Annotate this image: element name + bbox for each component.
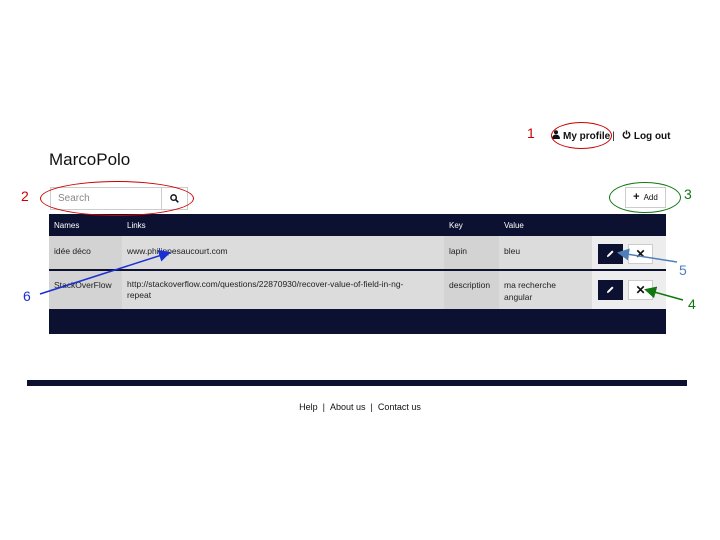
nav-separator: | bbox=[612, 130, 615, 142]
close-icon: ✕ bbox=[635, 283, 646, 297]
table-row: idée déco www.philippesaucourt.com lapin… bbox=[49, 236, 666, 269]
annotation-number-5: 5 bbox=[679, 262, 687, 278]
edit-button[interactable] bbox=[598, 280, 623, 300]
row-link-text-line2[interactable]: repeat bbox=[127, 290, 439, 301]
annotation-ellipse-search bbox=[40, 181, 194, 216]
row-link-text-line1[interactable]: http://stackoverflow.com/questions/22870… bbox=[127, 279, 439, 290]
row-links: http://stackoverflow.com/questions/22870… bbox=[122, 271, 444, 309]
annotation-ellipse-profile bbox=[551, 122, 612, 149]
footer-divider bbox=[27, 380, 687, 386]
annotation-number-1: 1 bbox=[527, 125, 535, 141]
annotation-number-2: 2 bbox=[21, 188, 29, 204]
contact-link[interactable]: Contact us bbox=[378, 402, 421, 412]
annotation-number-4: 4 bbox=[688, 296, 696, 312]
row-key: lapin bbox=[449, 246, 467, 256]
table-row: StackOverFlow http://stackoverflow.com/q… bbox=[49, 271, 666, 309]
close-icon: ✕ bbox=[635, 247, 646, 261]
table-header: Names Links Key Value bbox=[49, 214, 666, 236]
delete-button[interactable]: ✕ bbox=[628, 280, 653, 300]
annotation-number-6: 6 bbox=[23, 288, 31, 304]
data-table: Names Links Key Value idée déco www.phil… bbox=[49, 214, 666, 334]
row-key: description bbox=[449, 280, 491, 290]
about-link[interactable]: About us bbox=[330, 402, 366, 412]
row-name: idée déco bbox=[54, 246, 91, 256]
row-value-line2: angular bbox=[504, 292, 533, 302]
delete-button[interactable]: ✕ bbox=[628, 244, 653, 264]
row-value: ma recherche angular bbox=[499, 271, 592, 309]
row-actions: ✕ bbox=[592, 236, 666, 269]
pencil-icon bbox=[606, 285, 615, 296]
annotation-number-3: 3 bbox=[684, 186, 692, 202]
column-header-names: Names bbox=[54, 221, 80, 230]
column-header-links: Links bbox=[127, 221, 146, 230]
footer-separator: | bbox=[322, 402, 325, 412]
page-title: MarcoPolo bbox=[49, 150, 131, 169]
logout-label: Log out bbox=[633, 130, 671, 142]
row-value-line: bleu bbox=[504, 246, 521, 256]
help-link[interactable]: Help bbox=[299, 402, 318, 412]
annotation-ellipse-add bbox=[609, 182, 681, 213]
edit-button[interactable] bbox=[598, 244, 623, 264]
row-link-text[interactable]: www.philippesaucourt.com bbox=[127, 246, 439, 257]
column-header-key: Key bbox=[449, 221, 463, 230]
footer-links: Help | About us | Contact us bbox=[0, 402, 720, 412]
logout-link[interactable]: Log out bbox=[622, 130, 671, 142]
row-value: bleu bbox=[499, 236, 592, 269]
footer-separator: | bbox=[370, 402, 373, 412]
pencil-icon bbox=[606, 249, 615, 260]
row-actions: ✕ bbox=[592, 271, 666, 309]
row-links: www.philippesaucourt.com bbox=[122, 236, 444, 269]
column-header-value: Value bbox=[504, 221, 524, 230]
row-name: StackOverFlow bbox=[54, 280, 112, 290]
row-value-line1: ma recherche bbox=[504, 280, 556, 290]
power-icon bbox=[622, 130, 631, 142]
